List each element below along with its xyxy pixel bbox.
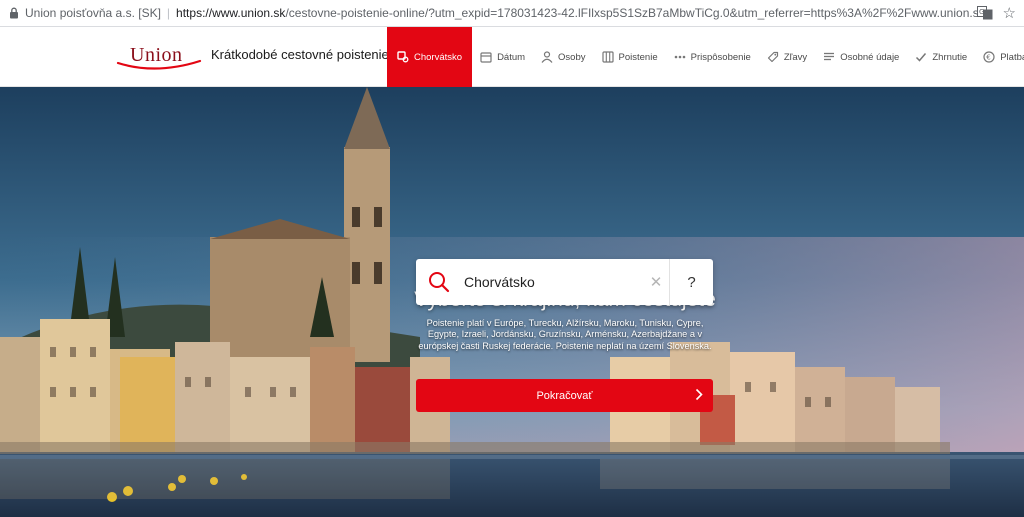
search-icon bbox=[416, 259, 462, 305]
lock-icon[interactable] bbox=[5, 7, 23, 19]
step-customization[interactable]: Prispôsobenie bbox=[666, 27, 759, 87]
euro-icon: € bbox=[983, 51, 995, 63]
site-identity[interactable]: Union poisťovňa a.s. [SK] bbox=[25, 6, 161, 20]
url-path: /cestovne-poistenie-online/?utm_expid=17… bbox=[285, 6, 977, 20]
calendar-icon bbox=[480, 51, 492, 63]
step-discounts[interactable]: Zľavy bbox=[759, 27, 815, 87]
browser-address-bar[interactable]: Union poisťovňa a.s. [SK] | https://www.… bbox=[0, 0, 1024, 27]
step-label: Zhrnutie bbox=[932, 51, 968, 63]
product-title: Krátkodobé cestovné poistenie bbox=[211, 47, 389, 62]
step-label: Osoby bbox=[558, 51, 586, 63]
list-icon bbox=[823, 51, 835, 63]
url-text[interactable]: https://www.union.sk/cestovne-poistenie-… bbox=[176, 6, 977, 20]
step-payment[interactable]: € Platba bbox=[975, 27, 1024, 87]
step-summary[interactable]: Zhrnutie bbox=[907, 27, 975, 87]
url-divider: | bbox=[166, 6, 171, 20]
step-insurance[interactable]: Poistenie bbox=[594, 27, 666, 87]
help-button[interactable]: ? bbox=[669, 259, 713, 305]
translate-icon[interactable]: G bbox=[976, 6, 993, 20]
step-label: Poistenie bbox=[618, 51, 658, 63]
step-label: Dátum bbox=[497, 51, 526, 63]
step-label: Prispôsobenie bbox=[690, 51, 751, 63]
continue-button[interactable]: Pokračovať bbox=[416, 379, 713, 412]
progress-steps: Chorvátsko Dátum Osoby Poistenie Prispôs… bbox=[387, 27, 1024, 87]
person-icon bbox=[541, 51, 553, 63]
step-destination[interactable]: Chorvátsko bbox=[387, 27, 473, 87]
country-search-input[interactable]: Chorvátsko bbox=[462, 274, 643, 290]
check-icon bbox=[915, 51, 927, 63]
step-persons[interactable]: Osoby bbox=[533, 27, 593, 87]
site-header: Union Krátkodobé cestovné poistenie Chor… bbox=[0, 27, 1024, 87]
clear-icon[interactable]: ✕ bbox=[643, 273, 669, 291]
columns-icon bbox=[601, 51, 614, 63]
logo-swoosh-icon bbox=[116, 59, 202, 70]
dots-icon bbox=[674, 51, 686, 63]
url-host: https://www.union.sk bbox=[176, 6, 286, 20]
destination-icon bbox=[397, 51, 409, 63]
svg-text:G: G bbox=[979, 8, 984, 16]
step-label: Zľavy bbox=[783, 51, 808, 63]
union-logo[interactable]: Union bbox=[116, 41, 202, 75]
step-personal-data[interactable]: Osobné údaje bbox=[815, 27, 907, 87]
step-label: Chorvátsko bbox=[414, 51, 463, 63]
tag-icon bbox=[767, 51, 779, 63]
step-label: Platba bbox=[1000, 51, 1024, 63]
svg-text:€: € bbox=[987, 54, 991, 62]
step-date[interactable]: Dátum bbox=[472, 27, 533, 87]
step-label: Osobné údaje bbox=[840, 51, 900, 63]
bookmark-star-icon[interactable]: ☆ bbox=[1003, 4, 1016, 22]
coverage-notice: Poistenie platí v Európe, Turecku, Alžír… bbox=[418, 318, 712, 351]
country-search-box[interactable]: Chorvátsko ✕ ? bbox=[416, 259, 713, 305]
continue-label: Pokračovať bbox=[536, 389, 593, 402]
chevron-right-icon bbox=[695, 388, 703, 404]
